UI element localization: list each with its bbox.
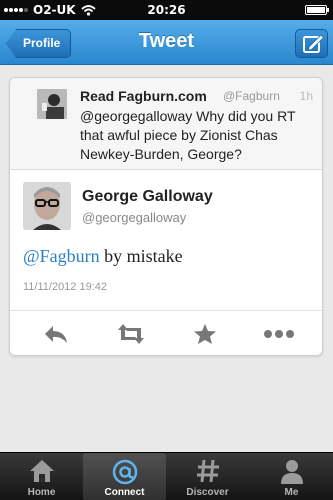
tweet-text: @Fagburn by mistake bbox=[23, 246, 183, 267]
author-name[interactable]: George Galloway bbox=[82, 188, 213, 206]
at-icon bbox=[112, 459, 137, 485]
reply-author-name: Read Fagburn.com bbox=[80, 88, 207, 104]
tab-icon-wrap bbox=[166, 458, 249, 484]
author-photo-icon bbox=[23, 182, 71, 230]
retweet-button[interactable] bbox=[116, 323, 146, 345]
person-icon bbox=[280, 460, 303, 484]
battery-icon bbox=[305, 5, 329, 15]
tweet-card: Read Fagburn.com @Fagburn 1h @georgegall… bbox=[9, 77, 323, 356]
reply-timestamp: 1h bbox=[299, 89, 313, 103]
tab-label: Discover bbox=[186, 487, 229, 498]
star-icon bbox=[194, 324, 216, 344]
reply-icon bbox=[45, 326, 67, 343]
in-reply-to-tweet[interactable]: Read Fagburn.com @Fagburn 1h @georgegall… bbox=[10, 78, 322, 170]
tab-label: Home bbox=[27, 487, 56, 498]
tab-bar: Home Connect Discover Me bbox=[0, 452, 333, 500]
compose-icon bbox=[303, 34, 325, 53]
tweet-actions bbox=[10, 311, 322, 357]
page-title: Tweet bbox=[138, 30, 195, 52]
tab-icon-wrap bbox=[0, 458, 83, 484]
tweet-body: by mistake bbox=[99, 246, 183, 266]
tab-icon-wrap bbox=[83, 458, 166, 485]
avatar[interactable] bbox=[23, 182, 71, 230]
tab-icon-wrap bbox=[250, 458, 333, 484]
reply-text: @georgegalloway Why did you RT that awfu… bbox=[80, 108, 296, 162]
retweet-icon bbox=[118, 324, 144, 344]
tweet-timestamp: 11/11/2012 19:42 bbox=[23, 281, 108, 293]
tab-me[interactable]: Me bbox=[250, 453, 333, 500]
tab-label: Me bbox=[284, 487, 299, 498]
more-button[interactable] bbox=[262, 323, 296, 345]
reply-author-handle: @Fagburn bbox=[223, 89, 280, 103]
tab-label: Connect bbox=[104, 487, 145, 498]
status-bar: O2-UK 20:26 bbox=[0, 0, 333, 20]
home-icon bbox=[29, 460, 54, 482]
status-time: 20:26 bbox=[147, 3, 186, 17]
navigation-bar: Profile Tweet bbox=[0, 20, 333, 65]
compose-button[interactable] bbox=[295, 29, 328, 58]
reply-button[interactable] bbox=[43, 323, 69, 345]
tab-connect[interactable]: Connect bbox=[83, 453, 166, 500]
tab-discover[interactable]: Discover bbox=[166, 453, 249, 500]
author-handle: @georgegalloway bbox=[82, 210, 187, 225]
favorite-button[interactable] bbox=[193, 323, 219, 345]
avatar[interactable] bbox=[37, 89, 67, 119]
mention-link[interactable]: @Fagburn bbox=[23, 246, 100, 266]
avatar-photo-icon bbox=[37, 89, 67, 119]
tab-home[interactable]: Home bbox=[0, 453, 83, 500]
hash-icon bbox=[196, 459, 219, 483]
more-icon bbox=[264, 330, 294, 338]
